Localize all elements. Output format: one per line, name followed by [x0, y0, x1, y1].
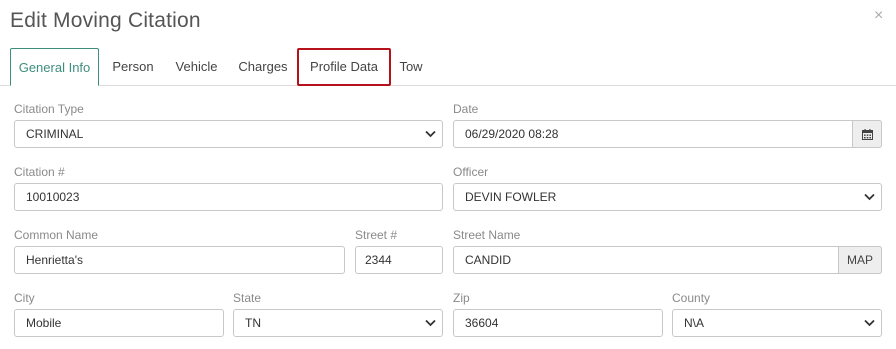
- city-label: City: [14, 291, 35, 305]
- chevron-down-icon: [424, 121, 436, 147]
- state-label: State: [233, 291, 262, 305]
- citation-number-value: 10010023: [26, 190, 80, 204]
- tab-vehicle[interactable]: Vehicle: [169, 48, 224, 85]
- zip-value: 36604: [465, 316, 499, 330]
- close-icon[interactable]: ×: [874, 7, 883, 25]
- citation-type-select[interactable]: CRIMINAL: [14, 120, 443, 148]
- common-name-input[interactable]: Henrietta's: [14, 246, 345, 274]
- calendar-button[interactable]: [852, 120, 882, 148]
- zip-input[interactable]: 36604: [453, 309, 663, 337]
- street-name-input[interactable]: CANDID MAP: [453, 246, 882, 274]
- dialog-title: Edit Moving Citation: [10, 9, 201, 32]
- tab-general-info[interactable]: General Info: [10, 48, 99, 86]
- city-input[interactable]: Mobile: [14, 309, 224, 337]
- citation-type-value: CRIMINAL: [26, 127, 84, 141]
- common-name-value: Henrietta's: [26, 253, 83, 267]
- zip-label: Zip: [453, 291, 470, 305]
- state-value: TN: [245, 316, 261, 330]
- county-select[interactable]: N\A: [672, 309, 882, 337]
- county-label: County: [672, 291, 711, 305]
- map-button[interactable]: MAP: [838, 246, 882, 274]
- date-input[interactable]: 06/29/2020 08:28: [453, 120, 882, 148]
- street-number-input[interactable]: 2344: [355, 246, 443, 274]
- state-select[interactable]: TN: [233, 309, 443, 337]
- chevron-down-icon: [863, 310, 875, 336]
- chevron-down-icon: [863, 184, 875, 210]
- common-name-label: Common Name: [14, 228, 99, 242]
- tab-bar: General Info Person Vehicle Charges Prof…: [0, 48, 896, 86]
- street-number-label: Street #: [355, 228, 398, 242]
- chevron-down-icon: [424, 310, 436, 336]
- county-value: N\A: [684, 316, 705, 330]
- tab-charges[interactable]: Charges: [233, 48, 293, 85]
- tab-person[interactable]: Person: [106, 48, 160, 85]
- citation-number-label: Citation #: [14, 165, 65, 179]
- calendar-icon: [861, 128, 873, 140]
- citation-type-label: Citation Type: [14, 102, 84, 116]
- citation-number-input[interactable]: 10010023: [14, 183, 443, 211]
- officer-value: DEVIN FOWLER: [465, 190, 557, 204]
- tab-profile-data[interactable]: Profile Data: [297, 48, 391, 86]
- city-value: Mobile: [26, 316, 62, 330]
- date-value: 06/29/2020 08:28: [465, 127, 559, 141]
- officer-label: Officer: [453, 165, 489, 179]
- street-number-value: 2344: [365, 253, 392, 267]
- date-label: Date: [453, 102, 479, 116]
- tab-tow[interactable]: Tow: [394, 48, 428, 85]
- street-name-value: CANDID: [465, 253, 512, 267]
- street-name-label: Street Name: [453, 228, 521, 242]
- officer-select[interactable]: DEVIN FOWLER: [453, 183, 882, 211]
